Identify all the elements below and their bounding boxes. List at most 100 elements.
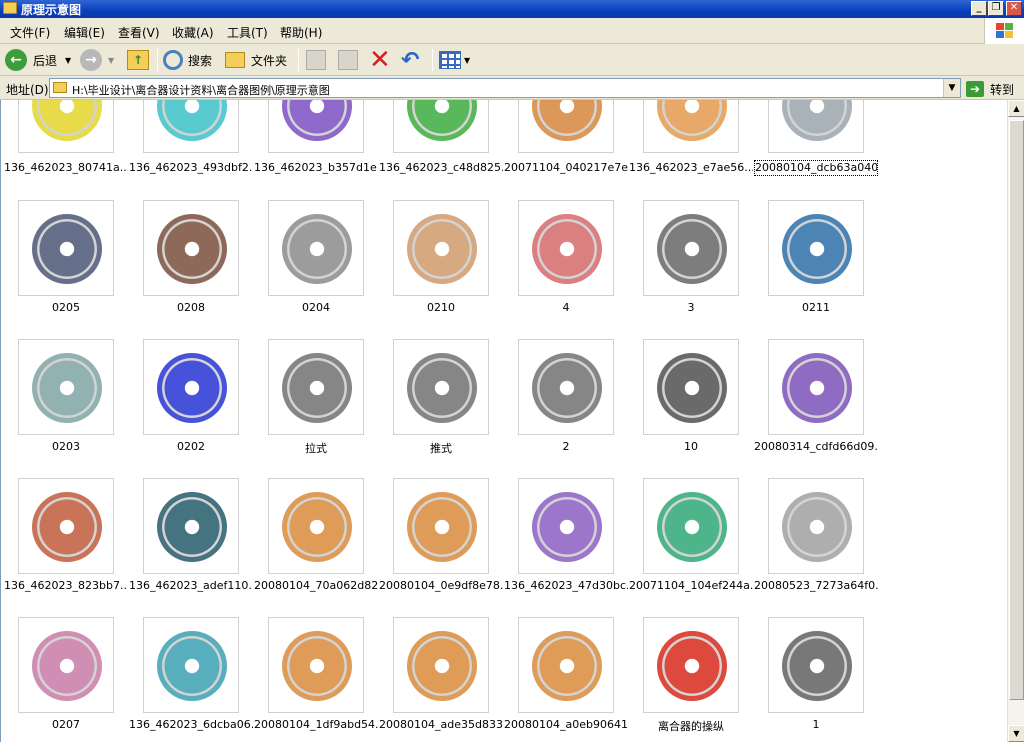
views-button[interactable]: ▼ <box>439 47 470 73</box>
thumbnail-9[interactable] <box>268 200 364 296</box>
thumbnail-0[interactable] <box>18 100 114 153</box>
thumbnail-24[interactable] <box>393 478 489 574</box>
thumbnail-15[interactable] <box>143 339 239 435</box>
file-name-label[interactable]: 136_462023_e7ae56... <box>629 161 753 174</box>
file-name-label[interactable]: 20071104_040217e7e... <box>504 161 628 174</box>
file-name-label[interactable]: 136_462023_adef110... <box>129 579 253 592</box>
address-input[interactable]: H:\毕业设计\离合器设计资料\离合器图例\原理示意图 ▼ <box>49 78 961 98</box>
thumbnail-34[interactable] <box>768 617 864 713</box>
thumbnail-13[interactable] <box>768 200 864 296</box>
file-name-label[interactable]: 20080104_a0eb90641... <box>504 718 628 731</box>
scroll-thumb[interactable] <box>1009 120 1024 700</box>
menu-edit[interactable]: 编辑(E) <box>64 24 105 41</box>
file-name-label[interactable]: 20080523_7273a64f0... <box>754 579 878 592</box>
thumbnail-31[interactable] <box>393 617 489 713</box>
file-name-label[interactable]: 0202 <box>129 440 253 453</box>
thumbnail-3[interactable] <box>393 100 489 153</box>
file-name-label[interactable]: 0211 <box>754 301 878 314</box>
thumbnail-20[interactable] <box>768 339 864 435</box>
file-name-label[interactable]: 1 <box>754 718 878 731</box>
file-name-label[interactable]: 136_462023_80741a... <box>4 161 128 174</box>
thumbnail-16[interactable] <box>268 339 364 435</box>
thumbnail-25[interactable] <box>518 478 614 574</box>
menu-favorites[interactable]: 收藏(A) <box>172 24 214 41</box>
menu-file[interactable]: 文件(F) <box>10 24 50 41</box>
file-name-label[interactable]: 20071104_104ef244a... <box>629 579 753 592</box>
file-name-label[interactable]: 136_462023_493dbf2... <box>129 161 253 174</box>
file-name-label[interactable]: 20080104_ade35d833... <box>379 718 503 731</box>
file-name-label[interactable]: 0205 <box>4 301 128 314</box>
file-name-label[interactable]: 3 <box>629 301 753 314</box>
menu-tools[interactable]: 工具(T) <box>227 24 268 41</box>
file-name-label[interactable]: 10 <box>629 440 753 453</box>
thumbnail-2[interactable] <box>268 100 364 153</box>
thumbnail-28[interactable] <box>18 617 114 713</box>
delete-button[interactable]: ✕ <box>369 47 391 73</box>
vertical-scrollbar[interactable]: ▲ ▼ <box>1007 100 1024 742</box>
move-to-button[interactable] <box>306 47 326 73</box>
undo-button[interactable]: ↶ <box>401 47 419 73</box>
close-button[interactable]: ✕ <box>1006 1 1022 16</box>
thumbnail-6[interactable] <box>768 100 864 153</box>
thumbnail-7[interactable] <box>18 200 114 296</box>
thumbnail-12[interactable] <box>643 200 739 296</box>
thumbnail-1[interactable] <box>143 100 239 153</box>
file-name-label[interactable]: 0207 <box>4 718 128 731</box>
file-name-label[interactable]: 136_462023_6dcba06... <box>129 718 253 731</box>
thumbnail-8[interactable] <box>143 200 239 296</box>
thumbnail-33[interactable] <box>643 617 739 713</box>
thumbnail-23[interactable] <box>268 478 364 574</box>
scroll-up-button[interactable]: ▲ <box>1008 100 1024 117</box>
thumbnail-17[interactable] <box>393 339 489 435</box>
file-name-label[interactable]: 4 <box>504 301 628 314</box>
file-name-label[interactable]: 136_462023_823bb7... <box>4 579 128 592</box>
file-view[interactable]: 136_462023_80741a... 136_462023_493dbf2..… <box>0 100 1007 742</box>
thumbnail-32[interactable] <box>518 617 614 713</box>
file-name-label[interactable]: 20080104_1df9abd54... <box>254 718 378 731</box>
back-button[interactable]: ← 后退 ▼ <box>5 47 71 73</box>
chevron-down-icon[interactable]: ▼ <box>464 56 470 65</box>
file-name-label[interactable]: 0208 <box>129 301 253 314</box>
chevron-down-icon[interactable]: ▼ <box>65 56 71 65</box>
file-name-label[interactable]: 推式 <box>379 440 503 456</box>
file-name-label[interactable]: 20080104_0e9df8e78... <box>379 579 503 592</box>
folders-button[interactable]: 文件夹 <box>225 47 287 73</box>
address-dropdown-button[interactable]: ▼ <box>943 79 960 97</box>
up-folder-button[interactable]: ↑ <box>127 47 149 73</box>
forward-button[interactable]: → ▼ <box>80 47 114 73</box>
file-name-label[interactable]: 136_462023_b357d1e... <box>254 161 378 174</box>
menu-help[interactable]: 帮助(H) <box>280 24 322 41</box>
file-name-label[interactable]: 离合器的操纵 <box>629 718 753 734</box>
thumbnail-18[interactable] <box>518 339 614 435</box>
thumbnail-10[interactable] <box>393 200 489 296</box>
chevron-down-icon[interactable]: ▼ <box>108 56 114 65</box>
thumbnail-4[interactable] <box>518 100 614 153</box>
file-name-label[interactable]: 0203 <box>4 440 128 453</box>
thumbnail-19[interactable] <box>643 339 739 435</box>
thumbnail-26[interactable] <box>643 478 739 574</box>
thumbnail-21[interactable] <box>18 478 114 574</box>
search-button[interactable]: 搜索 <box>163 47 212 73</box>
menu-view[interactable]: 查看(V) <box>118 24 160 41</box>
thumbnail-14[interactable] <box>18 339 114 435</box>
go-button[interactable]: ➔ 转到 <box>966 79 1014 99</box>
thumbnail-30[interactable] <box>268 617 364 713</box>
copy-to-button[interactable] <box>338 47 358 73</box>
thumbnail-5[interactable] <box>643 100 739 153</box>
file-name-label[interactable]: 0210 <box>379 301 503 314</box>
thumbnail-11[interactable] <box>518 200 614 296</box>
file-name-label[interactable]: 136_462023_c48d825... <box>379 161 503 174</box>
file-name-label[interactable]: 136_462023_47d30bc... <box>504 579 628 592</box>
minimize-button[interactable]: _ <box>971 1 987 16</box>
file-name-label[interactable]: 20080314_cdfd66d09... <box>754 440 878 453</box>
file-name-label[interactable]: 20080104_70a062d82... <box>254 579 378 592</box>
thumbnail-27[interactable] <box>768 478 864 574</box>
thumbnail-22[interactable] <box>143 478 239 574</box>
file-name-label[interactable]: 0204 <box>254 301 378 314</box>
file-name-label[interactable]: 20080104_dcb63a040735490db785KAoQV1BcHLs… <box>754 160 878 176</box>
thumbnail-29[interactable] <box>143 617 239 713</box>
restore-button[interactable]: ❐ <box>988 1 1004 16</box>
file-name-label[interactable]: 2 <box>504 440 628 453</box>
scroll-down-button[interactable]: ▼ <box>1008 725 1024 742</box>
file-name-label[interactable]: 拉式 <box>254 440 378 456</box>
